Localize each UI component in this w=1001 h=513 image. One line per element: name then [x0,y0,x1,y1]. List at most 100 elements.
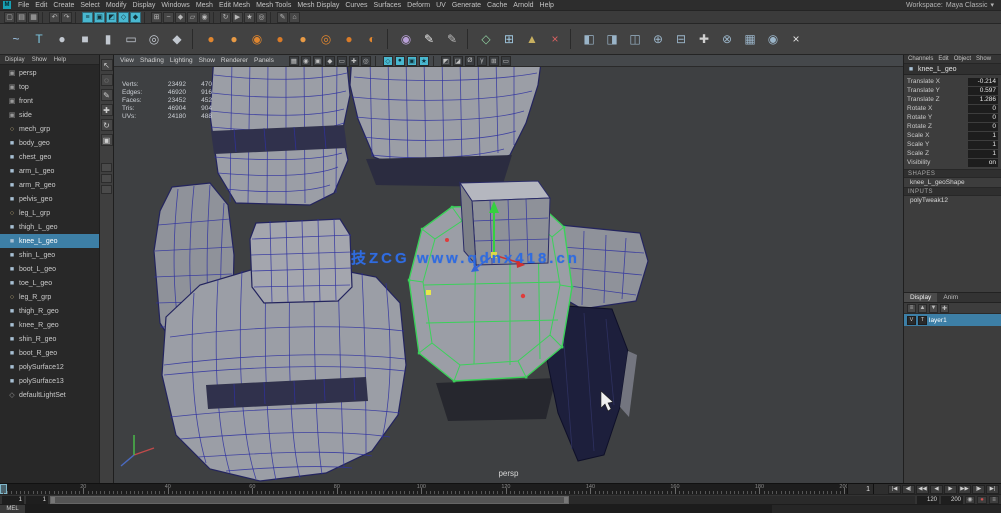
shelf-arnold-skydome-icon[interactable]: ◉ [247,29,267,49]
outliner-item[interactable]: ■arm_L_geo [0,164,99,178]
animation-preferences-icon[interactable]: ≡ [989,496,999,504]
shelf-combine-icon[interactable]: ◨ [602,29,622,49]
channel-value[interactable]: 1 [968,141,998,149]
save-scene-icon[interactable]: ▦ [28,12,39,23]
shelf-cylinder-icon[interactable]: ▮ [98,29,118,49]
outliner-item[interactable]: ▣top [0,80,99,94]
ipr-render-icon[interactable]: ◎ [256,12,267,23]
paint-effects-icon[interactable]: ✎ [277,12,288,23]
shelf-extrude-icon[interactable]: ⊕ [648,29,668,49]
panel-menu-shading[interactable]: Shading [137,57,167,64]
inputs-section-header[interactable]: INPUTS [904,187,1001,196]
outliner-item[interactable]: ▣persp [0,66,99,80]
layers-options-icon[interactable]: ≡ [907,304,916,313]
channel-value[interactable]: 0 [968,105,998,113]
shelf-multicut-icon[interactable]: ✚ [694,29,714,49]
mesh-thigh[interactable] [210,67,350,205]
outliner-menu-display[interactable]: Display [2,57,28,63]
pt-image-plane-icon[interactable]: ▭ [337,56,347,66]
pt-grid-icon[interactable]: ⊞ [489,56,499,66]
command-language-toggle[interactable]: MEL [0,505,26,513]
channel-value[interactable]: 1.286 [968,96,998,104]
new-scene-icon[interactable]: ▢ [4,12,15,23]
shelf-lattice-icon[interactable]: ⊞ [499,29,519,49]
playback-start-field[interactable]: 1 [26,496,48,504]
menu-create[interactable]: Create [50,2,77,9]
workspace-selector[interactable]: Workspace: Maya Classic ▾ [906,1,998,9]
shelf-delete-icon[interactable]: × [545,29,565,49]
menu-mesh-display[interactable]: Mesh Display [294,2,342,9]
pt-oversampling-icon[interactable]: ◎ [361,56,371,66]
move-tool[interactable]: ✚ [101,104,113,116]
selection-mask-joints-icon[interactable]: ◆ [130,12,141,23]
playback-end-field[interactable]: 120 [917,496,939,504]
render-current-frame-icon[interactable]: ★ [244,12,255,23]
vertex-marker-red-2[interactable] [445,238,449,242]
shelf-torus-icon[interactable]: ◎ [144,29,164,49]
timeline-ticks[interactable]: 20406080100120140160180200 [0,484,847,494]
menu-surfaces[interactable]: Surfaces [371,2,405,9]
shelf-curves-icon[interactable]: ~ [6,29,26,49]
menu-uv[interactable]: UV [433,2,449,9]
menu-help[interactable]: Help [537,2,557,9]
layer-row[interactable]: VTlayer1 [904,314,1001,326]
scene-3d-view[interactable] [114,67,903,483]
channel-value[interactable]: -0.214 [968,78,998,86]
shelf-arnold-sphere-icon[interactable]: ● [201,29,221,49]
layer-visibility-toggle[interactable]: V [907,316,916,325]
menu-edit[interactable]: Edit [32,2,50,9]
menu-windows[interactable]: Windows [158,2,192,9]
redo-icon[interactable]: ↷ [61,12,72,23]
command-line-input[interactable] [26,505,771,513]
outliner-item[interactable]: ■knee_R_geo [0,318,99,332]
shelf-bevel-icon[interactable]: ⊟ [671,29,691,49]
outliner-item[interactable]: ○mech_grp [0,122,99,136]
shelf-arnold-volume-icon[interactable]: ◎ [316,29,336,49]
pt-wireframe-icon[interactable]: ◇ [383,56,393,66]
channel-box-menu-edit[interactable]: Edit [936,56,950,62]
pt-lock-camera-icon[interactable]: ◉ [301,56,311,66]
play-forwards-button[interactable]: ▶ [944,485,957,494]
paint-select-tool[interactable]: ✎ [101,89,113,101]
pt-textured-icon[interactable]: ▣ [407,56,417,66]
construction-history-icon[interactable]: ↻ [220,12,231,23]
scale-tool[interactable]: ▣ [101,134,113,146]
menu-deform[interactable]: Deform [404,2,433,9]
layer-tab-display[interactable]: Display [904,293,937,302]
outliner-item[interactable]: ○leg_R_grp [0,290,99,304]
outliner-list[interactable]: ▣persp▣top▣front▣side○mech_grp■body_geo■… [0,65,99,483]
outliner-item[interactable]: ○leg_L_grp [0,206,99,220]
shelf-pen-icon[interactable]: ✎ [419,29,439,49]
panel-menu-show[interactable]: Show [196,57,218,64]
outliner-menu-show[interactable]: Show [29,57,50,63]
menu-edit-mesh[interactable]: Edit Mesh [216,2,253,9]
shelf-cluster-icon[interactable]: ◇ [476,29,496,49]
shelf-joint-icon[interactable]: ◉ [396,29,416,49]
outliner-item[interactable]: ■knee_L_geo [0,234,99,248]
outliner-item[interactable]: ■pelvis_geo [0,192,99,206]
channel-value[interactable]: 0.597 [968,87,998,95]
pt-shaded-icon[interactable]: ● [395,56,405,66]
shape-node-label[interactable]: knee_L_geoShape [904,178,1001,187]
range-slider-inner[interactable] [50,496,569,504]
shelf-sphere-icon[interactable]: ● [52,29,72,49]
outliner-item[interactable]: ■shin_L_geo [0,248,99,262]
pt-resolution-gate-icon[interactable]: ▭ [501,56,511,66]
outliner-item[interactable]: ■toe_L_geo [0,276,99,290]
pt-2d-pan-zoom-icon[interactable]: ✚ [349,56,359,66]
menu-file[interactable]: File [15,2,32,9]
pt-select-camera-icon[interactable]: ▦ [289,56,299,66]
time-slider[interactable]: 20406080100120140160180200 1 |◀◀|◀◀◀▶▶▶|… [0,483,1001,494]
panel-menu-view[interactable]: View [117,57,137,64]
select-by-hierarchy-icon[interactable]: ≡ [82,12,93,23]
select-tool[interactable]: ↖ [101,59,113,71]
shelf-cube-icon[interactable]: ■ [75,29,95,49]
channel-value[interactable]: 1 [968,132,998,140]
pt-xray-icon[interactable]: ◪ [453,56,463,66]
channel-value[interactable]: 0 [968,114,998,122]
selection-mask-handles-icon[interactable]: ◇ [118,12,129,23]
go-to-start-button[interactable]: |◀ [888,485,901,494]
pt-gamma-icon[interactable]: γ [477,56,487,66]
undo-icon[interactable]: ↶ [49,12,60,23]
outliner-item[interactable]: ■boot_L_geo [0,262,99,276]
